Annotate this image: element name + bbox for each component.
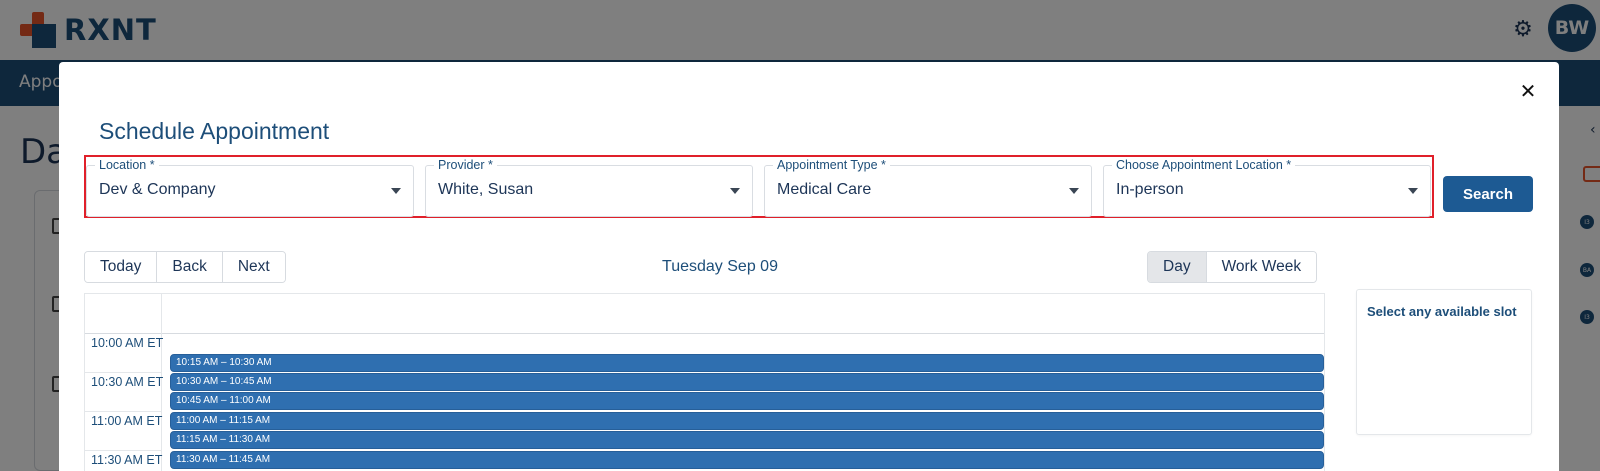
chevron-down-icon (1408, 188, 1418, 194)
available-slot[interactable]: 10:45 AM – 11:00 AM (170, 392, 1324, 410)
available-slot[interactable]: 10:15 AM – 10:30 AM (170, 354, 1324, 372)
select-slot-message: Select any available slot (1367, 304, 1517, 319)
chevron-down-icon (391, 188, 401, 194)
provider-select[interactable]: Provider * White, Susan (425, 158, 753, 217)
available-slot[interactable]: 11:15 AM – 11:30 AM (170, 431, 1324, 449)
modal-title: Schedule Appointment (99, 118, 330, 144)
calendar-header (85, 294, 1324, 334)
appointment-location-value: In-person (1116, 181, 1184, 198)
view-button-group: Day Work Week (1147, 251, 1318, 283)
location-select[interactable]: Location * Dev & Company (86, 158, 414, 217)
navigation-button-group: Today Back Next (84, 251, 286, 283)
calendar-gutter (85, 294, 162, 334)
back-button[interactable]: Back (156, 252, 222, 282)
time-label: 10:00 AM ET (91, 336, 164, 350)
appointment-type-label: Appointment Type * (773, 158, 890, 172)
appointment-type-select[interactable]: Appointment Type * Medical Care (764, 158, 1092, 217)
location-label: Location * (95, 158, 159, 172)
chevron-down-icon (730, 188, 740, 194)
chevron-down-icon (1069, 188, 1079, 194)
time-column (85, 334, 162, 471)
available-slot[interactable]: 10:30 AM – 10:45 AM (170, 373, 1324, 391)
location-value: Dev & Company (99, 181, 216, 198)
work-week-view-button[interactable]: Work Week (1205, 252, 1317, 282)
available-slot[interactable]: 11:30 AM – 11:45 AM (170, 451, 1324, 469)
provider-label: Provider * (434, 158, 497, 172)
time-label: 11:00 AM ET (91, 414, 163, 428)
current-date: Tuesday Sep 09 (662, 258, 778, 275)
close-icon[interactable]: ✕ (1518, 80, 1538, 102)
time-label: 10:30 AM ET (91, 375, 164, 389)
provider-value: White, Susan (438, 181, 534, 198)
slot-info-panel: Select any available slot (1356, 289, 1532, 435)
available-slot[interactable]: 11:00 AM – 11:15 AM (170, 412, 1324, 430)
appointment-location-select[interactable]: Choose Appointment Location * In-person (1103, 158, 1431, 217)
search-button[interactable]: Search (1443, 176, 1533, 212)
appointment-location-label: Choose Appointment Location * (1112, 158, 1296, 172)
appointment-type-value: Medical Care (777, 181, 872, 198)
next-button[interactable]: Next (221, 252, 285, 282)
calendar-grid: 10:00 AM ET 10:30 AM ET 11:00 AM ET 11:3… (84, 293, 1325, 471)
time-label: 11:30 AM ET (91, 453, 163, 467)
day-view-button[interactable]: Day (1148, 252, 1206, 282)
today-button[interactable]: Today (85, 252, 157, 282)
